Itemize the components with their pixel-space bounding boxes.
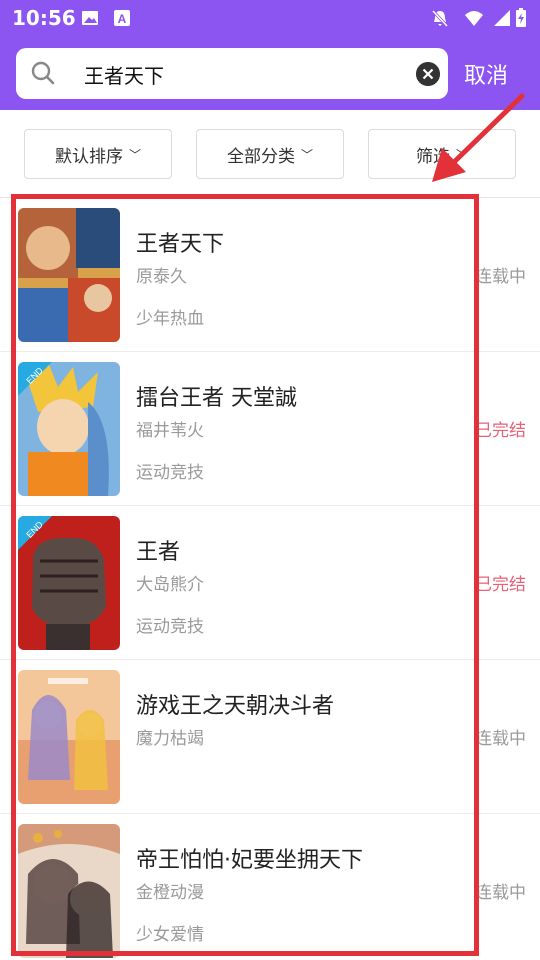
font-icon: A [114, 10, 130, 26]
clear-icon[interactable] [416, 62, 440, 86]
status-badge: 连载中 [475, 267, 526, 287]
wifi-icon [465, 11, 483, 26]
bell-off-icon [431, 9, 449, 28]
svg-text:A: A [118, 12, 127, 26]
status-time: 10:56 [12, 6, 76, 30]
category-label: 全部分类 [226, 146, 295, 167]
search-input[interactable]: 王者天下 [84, 60, 164, 89]
sort-dropdown[interactable]: 默认排序 ﹀ [24, 129, 172, 179]
status-badge: 已完结 [475, 575, 526, 595]
search-field[interactable]: 王者天下 [16, 48, 448, 99]
pointer-arrow-icon [432, 93, 525, 182]
status-badge: 连载中 [475, 883, 526, 903]
cancel-button[interactable]: 取消 [464, 58, 508, 90]
category-dropdown[interactable]: 全部分类 ﹀ [196, 129, 344, 179]
highlight-box [11, 194, 479, 956]
chevron-down-icon: ﹀ [300, 147, 313, 162]
status-bar: 10:56 A [0, 0, 540, 36]
chevron-down-icon: ﹀ [128, 147, 141, 162]
battery-icon [516, 8, 526, 27]
status-badge: 已完结 [475, 421, 526, 441]
signal-icon [494, 10, 510, 26]
sort-label: 默认排序 [54, 146, 123, 167]
image-icon [82, 11, 98, 25]
search-icon [31, 61, 55, 85]
status-badge: 连载中 [475, 729, 526, 749]
